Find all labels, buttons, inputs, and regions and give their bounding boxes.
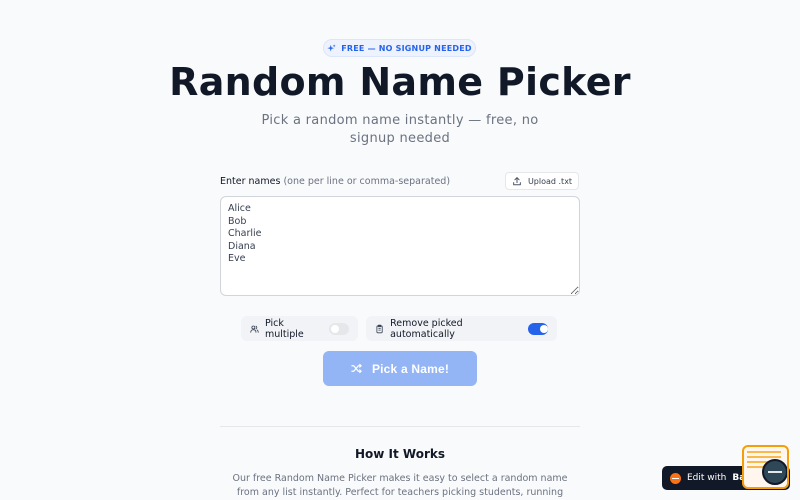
base44-logo-icon — [670, 472, 681, 484]
sparkles-icon — [327, 43, 336, 51]
names-label-text: Enter names — [220, 176, 281, 187]
chat-widget-icon[interactable] — [742, 445, 789, 489]
edit-with-label: Edit with — [687, 473, 727, 483]
free-badge: FREE — NO SIGNUP NEEDED — [323, 39, 476, 57]
badge-text: FREE — NO SIGNUP NEEDED — [341, 43, 472, 53]
how-it-works-text: Our free Random Name Picker makes it eas… — [232, 473, 568, 498]
names-textarea[interactable] — [220, 196, 580, 296]
pick-multiple-toggle[interactable] — [329, 322, 349, 335]
section-divider — [220, 426, 580, 427]
toggle-knob — [331, 324, 340, 333]
page-title: Random Name Picker — [169, 60, 631, 104]
pick-multiple-option[interactable]: Pick multiple — [241, 316, 358, 341]
pick-multiple-label: Pick multiple — [264, 317, 304, 340]
upload-label: Upload .txt — [527, 176, 573, 186]
toggle-knob — [539, 324, 548, 333]
upload-txt-button[interactable]: Upload .txt — [505, 172, 579, 190]
clipboard-icon — [376, 324, 383, 333]
page: FREE — NO SIGNUP NEEDED Random Name Pick… — [0, 0, 800, 500]
how-it-works-title: How It Works — [354, 447, 446, 461]
page-subtitle: Pick a random name instantly — free, no … — [261, 113, 539, 146]
pick-name-button[interactable]: Pick a Name! — [323, 351, 477, 386]
users-icon — [250, 325, 259, 333]
names-label-hint: (one per line or comma-separated) — [283, 176, 451, 187]
widget-circle — [762, 459, 787, 485]
pick-name-label: Pick a Name! — [371, 361, 450, 376]
shuffle-icon — [351, 363, 362, 374]
upload-icon — [513, 177, 521, 186]
remove-picked-toggle[interactable] — [527, 322, 548, 335]
remove-picked-label: Remove picked automatically — [390, 317, 463, 340]
names-label: Enter names (one per line or comma-separ… — [220, 176, 450, 187]
remove-picked-option[interactable]: Remove picked automatically — [366, 316, 557, 341]
